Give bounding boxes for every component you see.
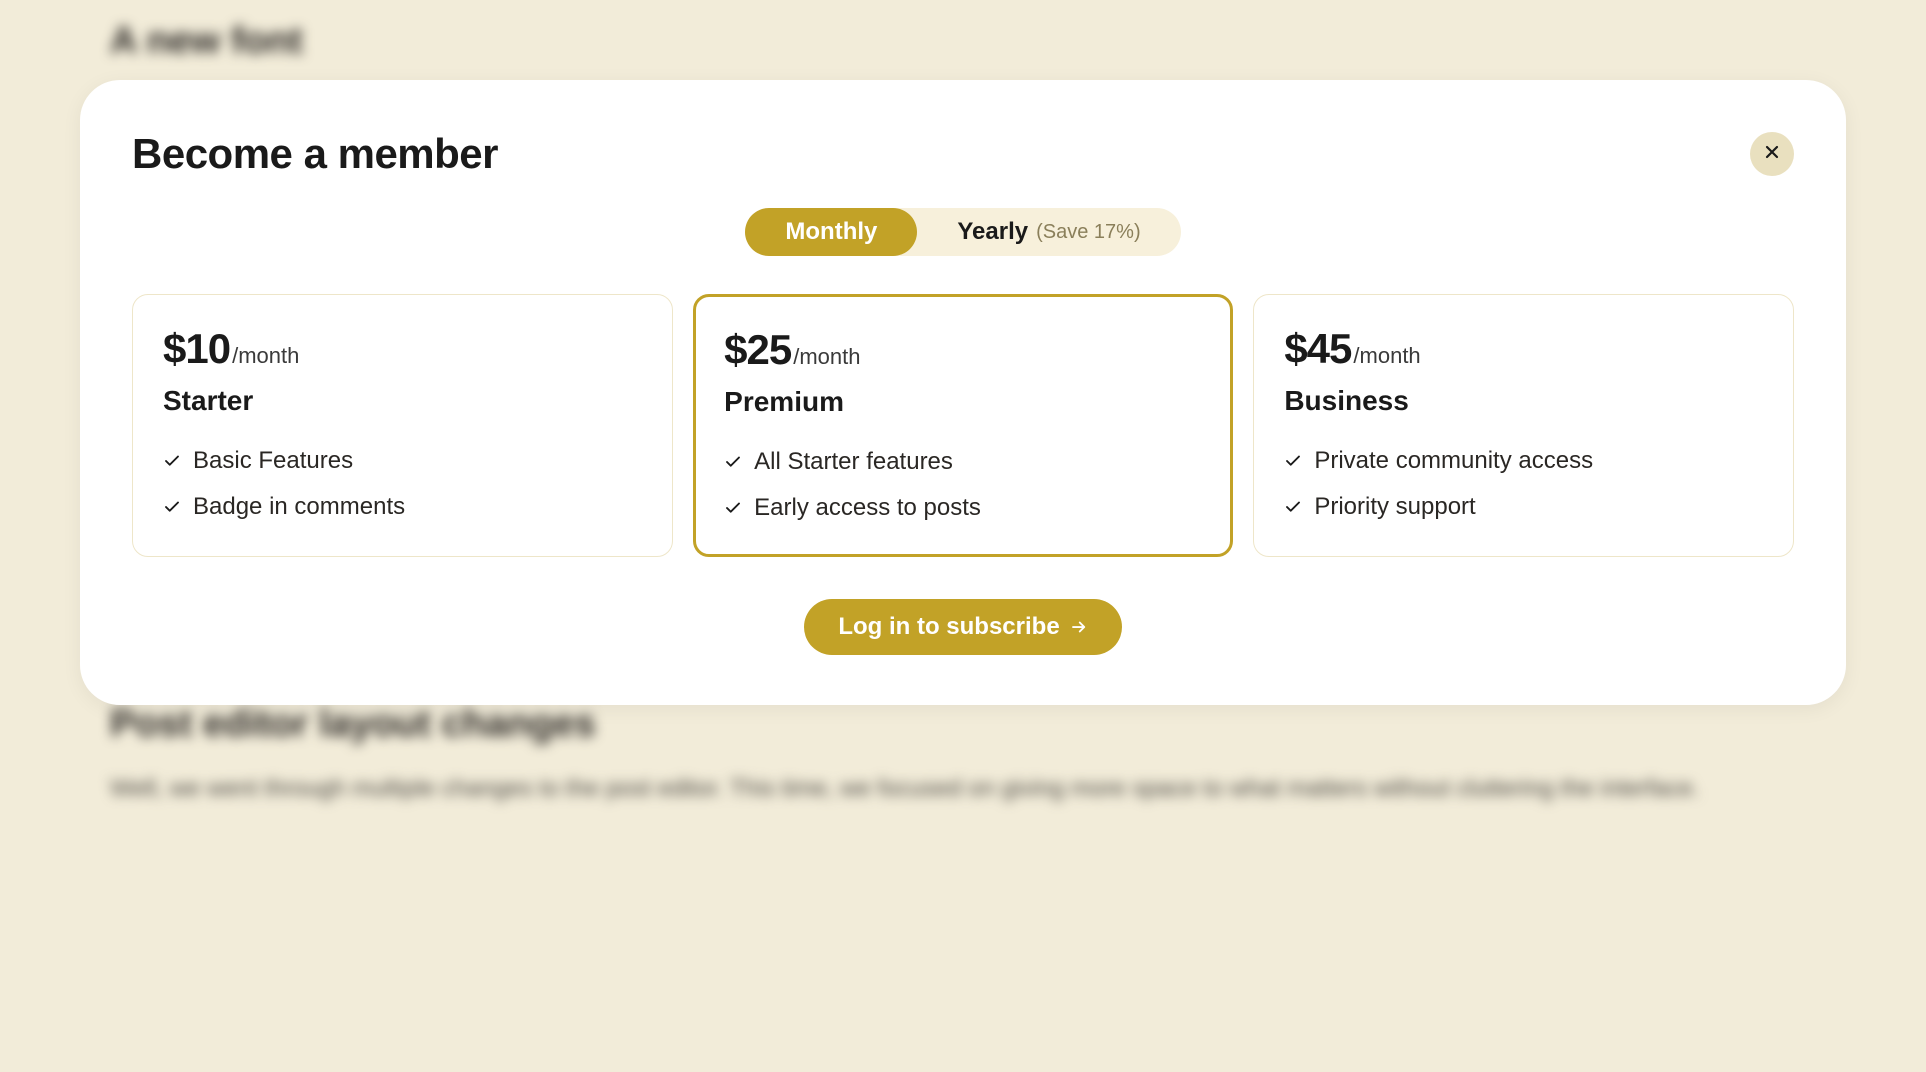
check-icon	[163, 452, 181, 470]
plan-period: /month	[232, 343, 299, 369]
plan-features: Basic Features Badge in comments	[163, 447, 642, 521]
close-icon	[1764, 143, 1780, 166]
login-subscribe-button[interactable]: Log in to subscribe	[804, 599, 1121, 655]
plan-feature: Early access to posts	[724, 494, 1202, 522]
modal-header: Become a member	[132, 130, 1794, 178]
toggle-monthly-label: Monthly	[785, 218, 877, 246]
check-icon	[163, 498, 181, 516]
plan-feature: Basic Features	[163, 447, 642, 475]
plan-feature-text: Basic Features	[193, 447, 353, 475]
check-icon	[724, 453, 742, 471]
plan-period: /month	[793, 344, 860, 370]
toggle-monthly[interactable]: Monthly	[745, 208, 917, 256]
plan-name: Starter	[163, 385, 642, 417]
toggle-yearly-note: (Save 17%)	[1036, 221, 1141, 244]
plan-card-premium[interactable]: $25/month Premium All Starter features Earl…	[693, 294, 1234, 557]
bg-paragraph: Well, we went through multiple changes t…	[110, 771, 1816, 807]
modal-title: Become a member	[132, 130, 498, 178]
close-button[interactable]	[1750, 132, 1794, 176]
membership-modal: Become a member Monthly Yearly (Save 17%…	[80, 80, 1846, 705]
plan-features: All Starter features Early access to post…	[724, 448, 1202, 522]
plan-feature-text: Early access to posts	[754, 494, 981, 522]
bg-heading: A new font	[110, 20, 1816, 63]
billing-toggle-track: Monthly Yearly (Save 17%)	[745, 208, 1180, 256]
plan-feature-text: Priority support	[1314, 493, 1475, 521]
plan-period: /month	[1353, 343, 1420, 369]
plan-feature-text: Badge in comments	[193, 493, 405, 521]
plans-grid: $10/month Starter Basic Features Badge in c…	[132, 294, 1794, 557]
plan-feature: Priority support	[1284, 493, 1763, 521]
plan-price: $25	[724, 326, 791, 374]
check-icon	[1284, 498, 1302, 516]
check-icon	[724, 499, 742, 517]
cta-label: Log in to subscribe	[838, 613, 1059, 641]
bg-heading: Post editor layout changes	[110, 703, 1816, 746]
plan-feature-text: Private community access	[1314, 447, 1593, 475]
plan-price: $45	[1284, 325, 1351, 373]
plan-feature: All Starter features	[724, 448, 1202, 476]
toggle-yearly-label: Yearly	[957, 218, 1028, 246]
plan-price: $10	[163, 325, 230, 373]
price-row: $25/month	[724, 326, 1202, 374]
plan-feature: Badge in comments	[163, 493, 642, 521]
plan-feature: Private community access	[1284, 447, 1763, 475]
plan-name: Premium	[724, 386, 1202, 418]
check-icon	[1284, 452, 1302, 470]
price-row: $45/month	[1284, 325, 1763, 373]
arrow-right-icon	[1070, 618, 1088, 636]
plan-card-starter[interactable]: $10/month Starter Basic Features Badge in c…	[132, 294, 673, 557]
toggle-yearly[interactable]: Yearly (Save 17%)	[917, 208, 1180, 256]
cta-row: Log in to subscribe	[132, 599, 1794, 655]
plan-name: Business	[1284, 385, 1763, 417]
plan-card-business[interactable]: $45/month Business Private community acces…	[1253, 294, 1794, 557]
plan-features: Private community access Priority support	[1284, 447, 1763, 521]
price-row: $10/month	[163, 325, 642, 373]
plan-feature-text: All Starter features	[754, 448, 953, 476]
billing-toggle: Monthly Yearly (Save 17%)	[132, 208, 1794, 256]
